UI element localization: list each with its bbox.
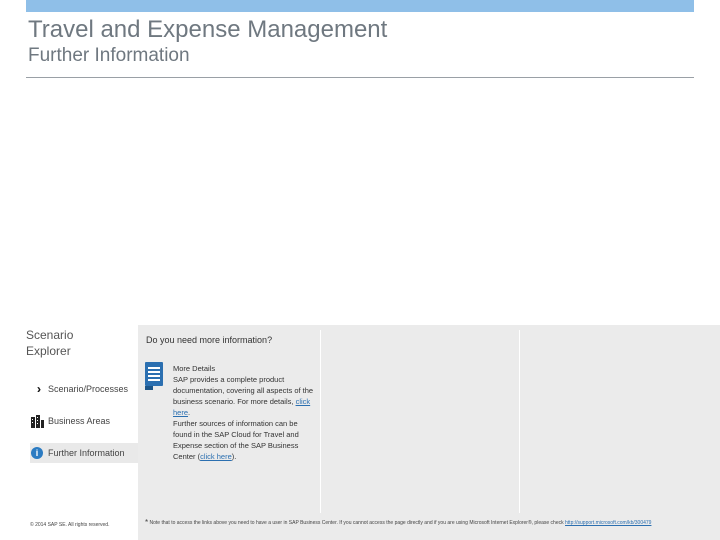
- details-heading: More Details: [173, 364, 216, 373]
- page-title: Travel and Expense Management: [28, 16, 388, 43]
- top-accent-bar: [26, 0, 694, 12]
- column-divider: [320, 330, 321, 513]
- copyright-text: © 2014 SAP SE. All rights reserved.: [30, 522, 110, 528]
- sidebar-item-further-information[interactable]: i Further Information: [30, 443, 138, 463]
- footnote-text: Note that to access the links above you …: [149, 520, 564, 526]
- sidebar-item-label: Scenario/Processes: [48, 384, 129, 394]
- chevron-double-icon: ››: [30, 382, 44, 396]
- info-icon: i: [30, 446, 44, 460]
- footnote-marker: *: [145, 518, 149, 527]
- microsoft-support-link[interactable]: http://support.microsoft.com/kb/300479: [565, 520, 651, 526]
- column-divider: [519, 330, 520, 513]
- sidebar-title: Scenario Explorer: [26, 328, 74, 358]
- sidebar-item-scenario-processes[interactable]: ›› Scenario/Processes: [30, 379, 128, 399]
- title-divider: [26, 77, 694, 78]
- sidebar-item-label: Business Areas: [48, 416, 111, 426]
- info-question: Do you need more information?: [146, 335, 273, 345]
- page-subtitle: Further Information: [28, 45, 190, 66]
- details-text-block: More Details SAP provides a complete pro…: [173, 363, 315, 462]
- sidebar-item-label: Further Information: [48, 448, 125, 458]
- details-paragraph-2: Further sources of information can be fo…: [173, 419, 299, 461]
- buildings-icon: [30, 414, 44, 428]
- business-center-link[interactable]: click here: [200, 452, 232, 461]
- footnote: * Note that to access the links above yo…: [145, 519, 715, 527]
- sidebar-item-business-areas[interactable]: Business Areas: [30, 411, 110, 431]
- details-paragraph-1: SAP provides a complete product document…: [173, 375, 314, 417]
- document-icon: [145, 362, 163, 390]
